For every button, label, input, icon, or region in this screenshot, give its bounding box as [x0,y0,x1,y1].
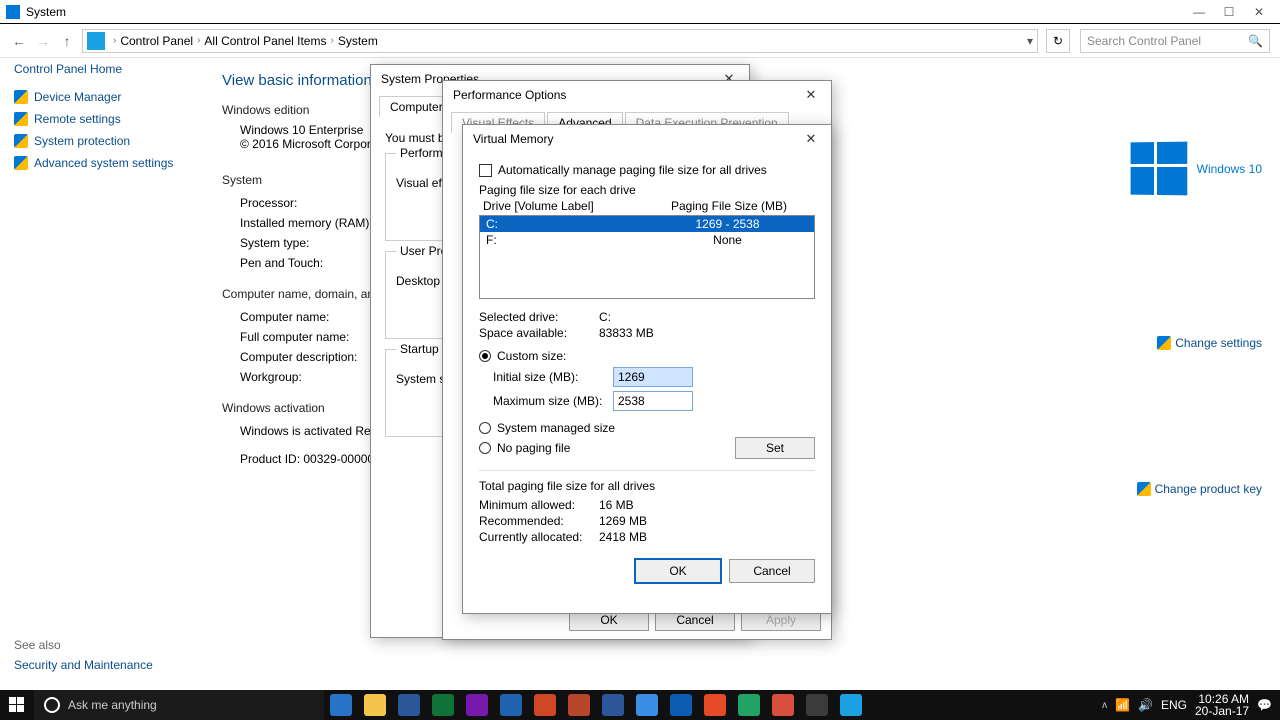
nav-bar: ← → ↑ › Control Panel › All Control Pane… [0,24,1280,58]
virtual-memory-dialog: Virtual Memory✕ Automatically manage pag… [462,124,832,614]
search-input[interactable]: Search Control Panel 🔍 [1080,29,1270,53]
close-button[interactable]: ✕ [1244,5,1274,19]
sidebar: Control Panel Home Device Manager Remote… [14,62,194,174]
custom-size-radio[interactable]: Custom size: [479,347,815,365]
windows-logo: Windows 10 [1130,142,1262,195]
radio-icon [479,422,491,434]
shield-icon [14,156,28,170]
radio-icon [479,350,491,362]
taskbar-app[interactable] [664,690,698,720]
window-titlebar: System — ☐ ✕ [0,0,1280,24]
control-panel-home-link[interactable]: Control Panel Home [14,62,194,76]
sidebar-link[interactable]: Remote settings [14,108,194,130]
system-managed-radio[interactable]: System managed size [479,419,815,437]
change-key-link[interactable]: Change product key [1137,482,1262,496]
shield-icon [14,134,28,148]
search-icon: 🔍 [1248,34,1263,48]
taskbar-app[interactable] [494,690,528,720]
window-title: System [26,5,66,19]
maximize-button[interactable]: ☐ [1214,5,1244,19]
checkbox-icon [479,164,492,177]
action-center-icon[interactable]: 💬 [1257,698,1272,712]
taskbar-app[interactable] [698,690,732,720]
minimize-button[interactable]: — [1184,5,1214,19]
sidebar-link[interactable]: Device Manager [14,86,194,108]
change-settings-link[interactable]: Change settings [1157,336,1262,350]
set-button[interactable]: Set [735,437,815,459]
close-icon[interactable]: ✕ [801,131,821,147]
drive-list[interactable]: C:1269 - 2538 F:None [479,215,815,299]
taskbar-app[interactable] [358,690,392,720]
see-also-link[interactable]: Security and Maintenance [14,658,153,672]
folder-icon [87,32,105,50]
breadcrumb[interactable]: System [338,34,378,48]
maximum-size-input[interactable] [613,391,693,411]
no-paging-radio[interactable]: No paging file [479,439,570,457]
cortana-icon [44,697,60,713]
up-button[interactable]: ↑ [58,33,76,49]
taskbar-app[interactable] [834,690,868,720]
taskbar-app[interactable] [562,690,596,720]
shield-icon [1137,482,1151,496]
shield-icon [14,90,28,104]
start-button[interactable] [0,697,34,713]
language-indicator[interactable]: ENG [1161,698,1187,712]
volume-icon[interactable]: 🔊 [1138,698,1153,712]
network-icon[interactable]: 📶 [1115,698,1130,712]
taskbar-app[interactable] [528,690,562,720]
refresh-button[interactable]: ↻ [1046,29,1070,53]
drive-row[interactable]: C:1269 - 2538 [480,216,814,232]
taskbar-app[interactable] [392,690,426,720]
taskbar: Ask me anything ᴧ 📶 🔊 ENG 10:26 AM20-Jan… [0,690,1280,720]
see-also: See also Security and Maintenance [14,638,153,672]
radio-icon [479,442,491,454]
breadcrumb[interactable]: All Control Panel Items [204,34,326,48]
taskbar-app[interactable] [324,690,358,720]
taskbar-app[interactable] [596,690,630,720]
shield-icon [1157,336,1171,350]
tray-expand-icon[interactable]: ᴧ [1102,700,1107,711]
taskbar-app[interactable] [732,690,766,720]
taskbar-app[interactable] [766,690,800,720]
sidebar-link[interactable]: System protection [14,130,194,152]
system-icon [6,5,20,19]
taskbar-app[interactable] [426,690,460,720]
ok-button[interactable]: OK [635,559,721,583]
close-icon[interactable]: ✕ [801,87,821,103]
initial-size-input[interactable] [613,367,693,387]
back-button[interactable]: ← [10,33,28,49]
address-bar[interactable]: › Control Panel › All Control Panel Item… [82,29,1038,53]
auto-manage-checkbox[interactable]: Automatically manage paging file size fo… [479,163,815,177]
taskbar-app[interactable] [630,690,664,720]
breadcrumb[interactable]: Control Panel [120,34,193,48]
cortana-search[interactable]: Ask me anything [34,690,324,720]
taskbar-app[interactable] [460,690,494,720]
shield-icon [14,112,28,126]
clock[interactable]: 10:26 AM20-Jan-17 [1195,693,1249,717]
cancel-button[interactable]: Cancel [729,559,815,583]
sidebar-link[interactable]: Advanced system settings [14,152,194,174]
taskbar-app[interactable] [800,690,834,720]
forward-button[interactable]: → [34,33,52,49]
drive-row[interactable]: F:None [480,232,814,248]
